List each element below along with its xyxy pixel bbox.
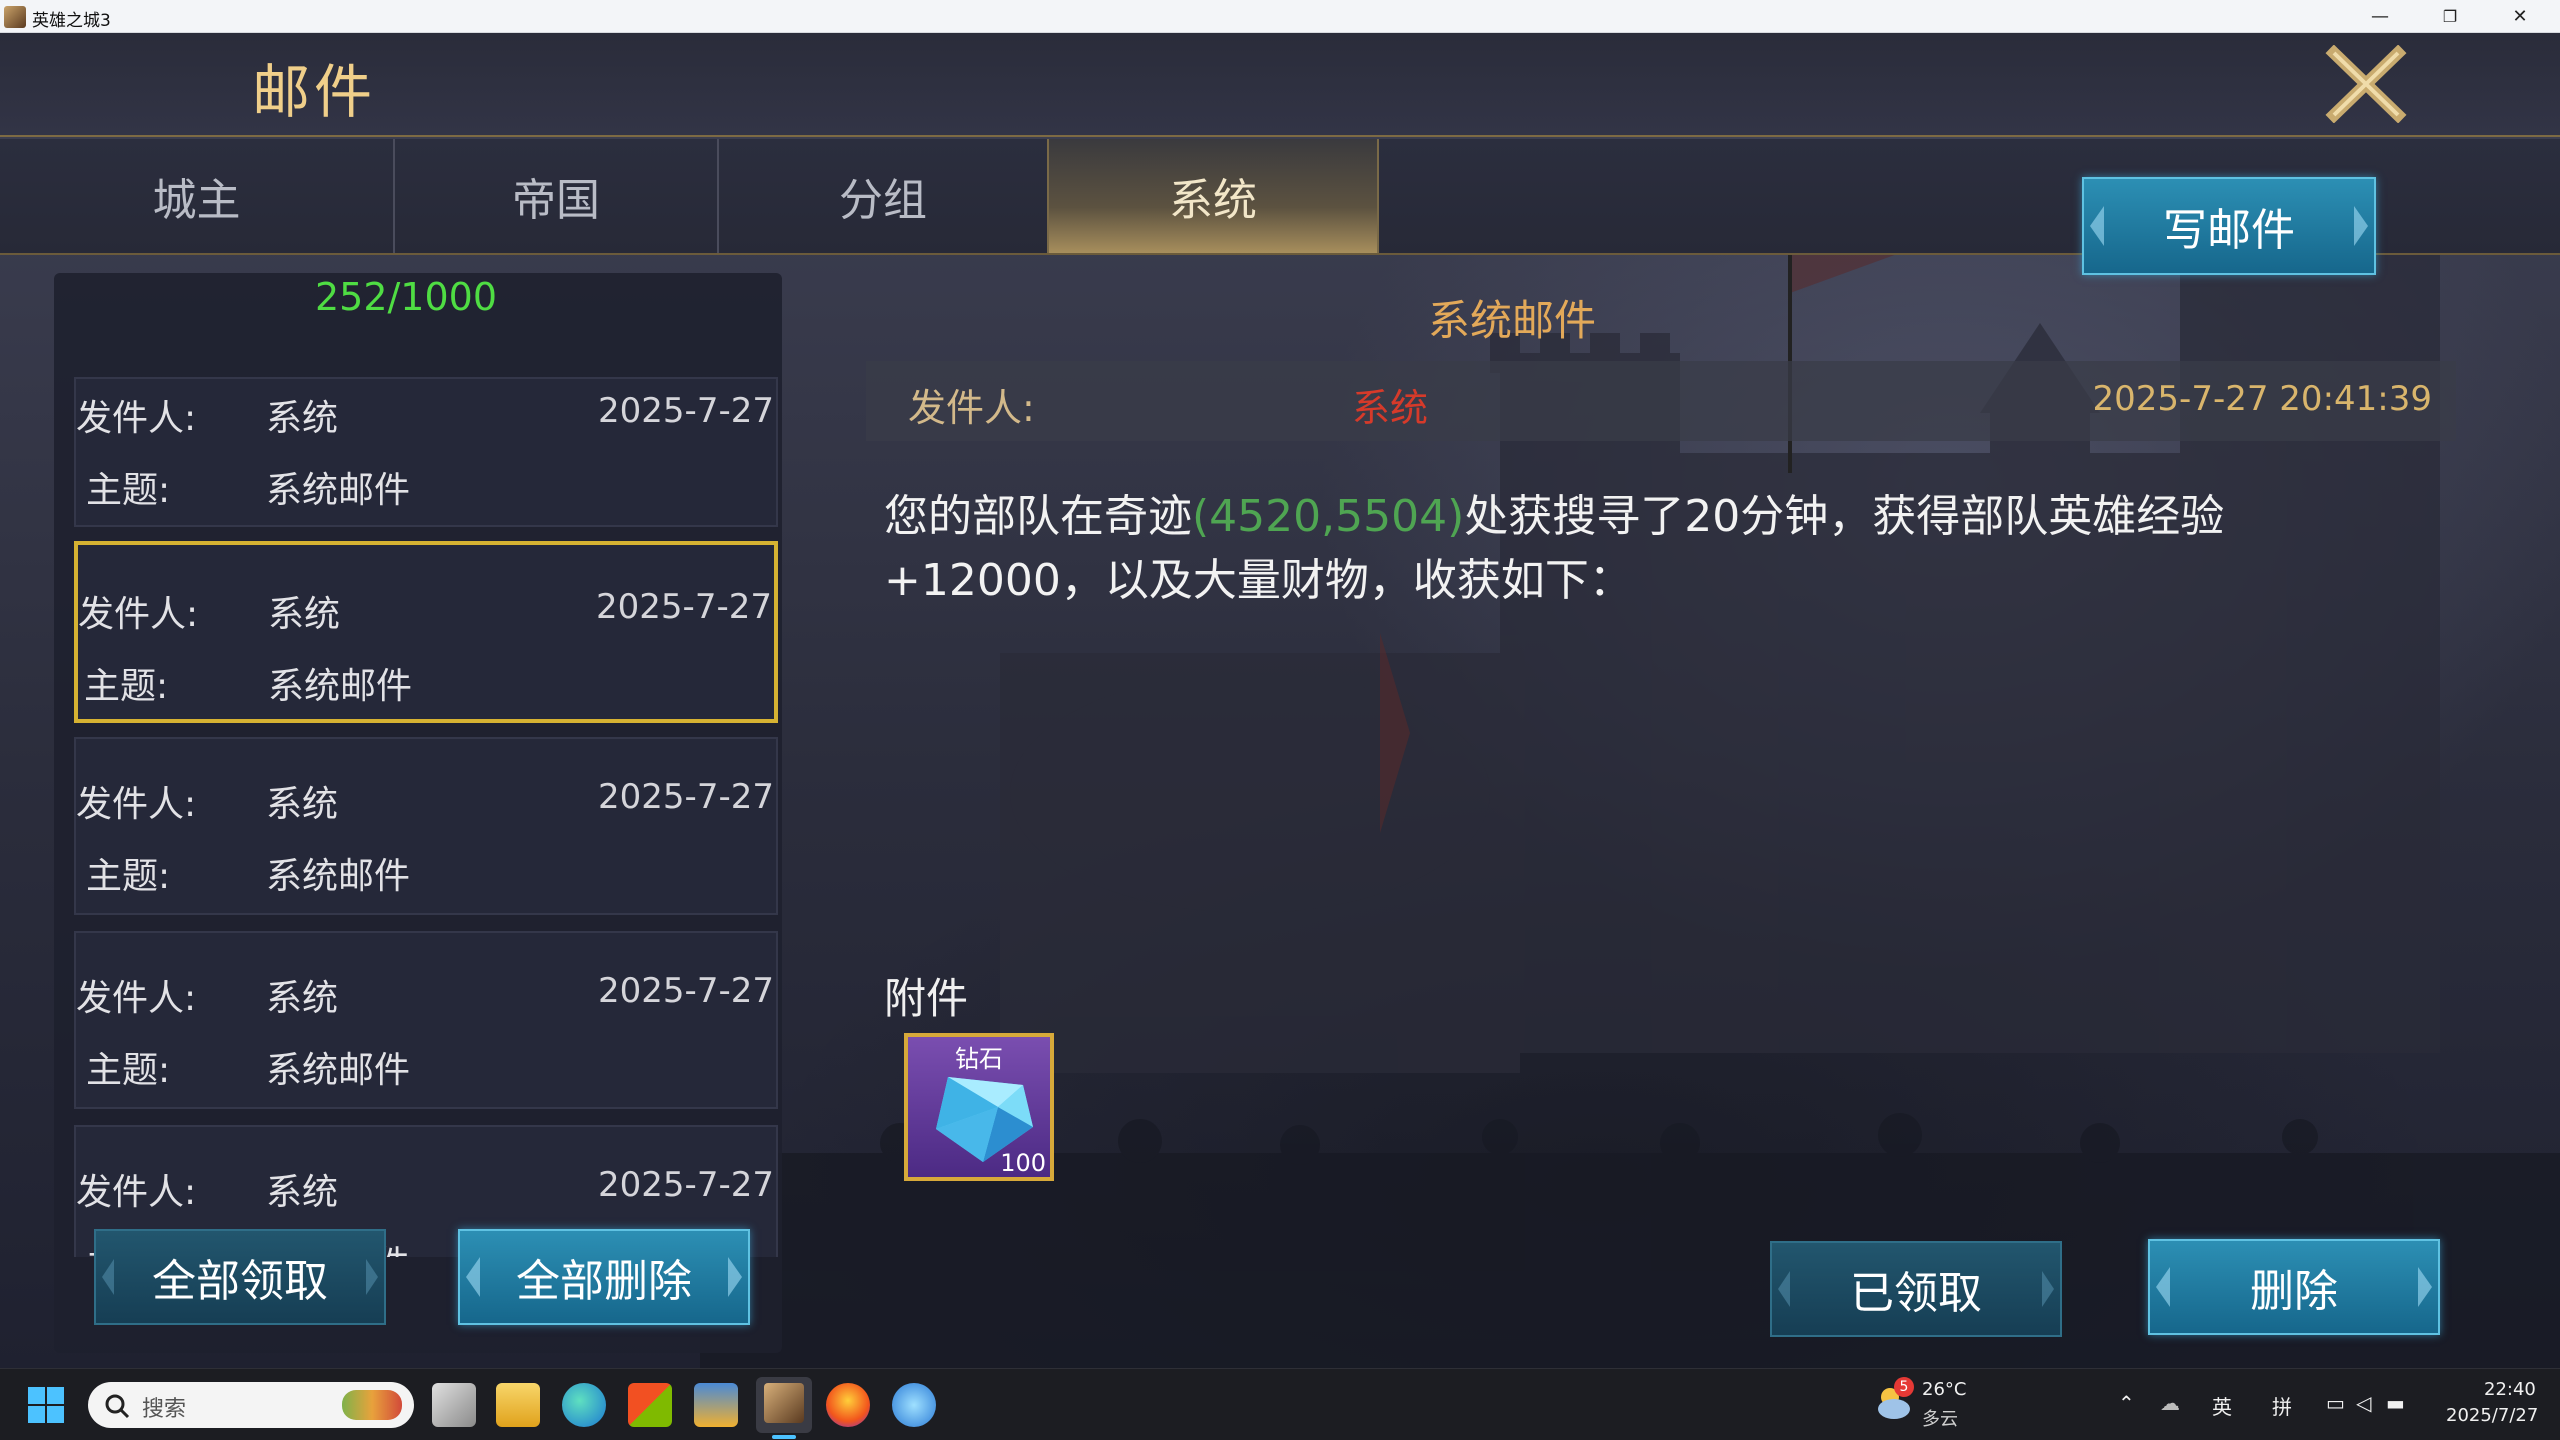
mail-list-item[interactable]: 发件人: 系统 2025-7-27 主题: 系统邮件 — [74, 931, 778, 1109]
edge-browser-icon[interactable] — [562, 1383, 606, 1427]
game-viewport: 邮件 城主 帝国 分组 系统 写邮件 252/1000 发件人: 系统 2025… — [0, 33, 2560, 1368]
weather-badge: 5 — [1894, 1377, 1914, 1397]
tab-group[interactable]: 分组 — [719, 139, 1047, 253]
taskbar-search[interactable]: 搜索 — [88, 1382, 414, 1428]
subject-label: 主题: — [86, 1050, 171, 1091]
location-coordinates[interactable]: (4520,5504) — [1192, 491, 1464, 542]
claimed-button[interactable]: 已领取 — [1770, 1241, 2062, 1337]
attachment-item[interactable]: 钻石 100 — [904, 1033, 1054, 1181]
subject-label: 主题: — [84, 666, 169, 707]
detail-datetime: 2025-7-27 20:41:39 — [2092, 379, 2432, 419]
attachment-name: 钻石 — [955, 1045, 1003, 1073]
mail-list[interactable]: 发件人: 系统 2025-7-27 主题: 系统邮件 发件人: 系统 2025-… — [74, 377, 778, 1257]
mail-subject: 系统邮件 — [268, 666, 413, 707]
search-icon — [105, 1394, 130, 1419]
attachment-count: 100 — [1000, 1149, 1046, 1177]
mail-date: 2025-7-27 — [598, 391, 774, 431]
page-title: 邮件 — [252, 58, 377, 126]
subject-label: 主题: — [86, 856, 171, 897]
sender-label: 发件人: — [76, 978, 197, 1019]
windows-start-icon[interactable] — [28, 1387, 64, 1423]
close-x-icon[interactable] — [2320, 45, 2412, 123]
mail-header: 邮件 — [0, 33, 2560, 137]
mail-body-before: 您的部队在奇迹 — [884, 491, 1192, 542]
network-icon[interactable]: ▭ — [2326, 1391, 2345, 1415]
restore-button[interactable]: ❐ — [2420, 0, 2480, 33]
tray-expand-icon[interactable]: ⌃ — [2118, 1391, 2135, 1415]
search-highlight-icon — [342, 1390, 402, 1420]
mail-date: 2025-7-27 — [596, 587, 772, 627]
ime-mode[interactable]: 拼 — [2272, 1391, 2292, 1420]
sender-label: 发件人: — [76, 398, 197, 439]
detail-title: 系统邮件 — [1427, 296, 1596, 345]
mail-tabs: 城主 帝国 分组 系统 写邮件 — [0, 139, 2560, 275]
mail-list-item[interactable]: 发件人: 系统 2025-7-27 主题: 系统邮件 — [74, 737, 778, 915]
file-explorer-icon[interactable] — [496, 1383, 540, 1427]
mail-sender: 系统 — [266, 784, 339, 825]
mail-sender: 系统 — [266, 1172, 339, 1213]
mail-subject: 系统邮件 — [266, 470, 411, 511]
mail-sender: 系统 — [268, 594, 341, 635]
attachment-label: 附件 — [884, 974, 969, 1023]
tab-empire[interactable]: 帝国 — [395, 139, 719, 253]
task-view-icon[interactable] — [432, 1383, 476, 1427]
mail-sender: 系统 — [266, 978, 339, 1019]
delete-button[interactable]: 删除 — [2148, 1239, 2440, 1335]
mail-subject: 系统邮件 — [266, 1050, 411, 1091]
subject-label: 主题: — [86, 470, 171, 511]
firefox-icon[interactable] — [826, 1383, 870, 1427]
battery-icon[interactable]: ▬ — [2386, 1391, 2405, 1415]
hero-city-app-icon[interactable] — [756, 1377, 812, 1439]
mail-body: 您的部队在奇迹(4520,5504)处获搜寻了20分钟，获得部队英雄经验+120… — [884, 485, 2444, 613]
app-globe-icon[interactable] — [892, 1383, 936, 1427]
claim-all-button[interactable]: 全部领取 — [94, 1229, 386, 1325]
mail-sender: 系统 — [266, 398, 339, 439]
weather-temp: 26°C — [1922, 1379, 1967, 1400]
sender-label: 发件人: — [78, 594, 199, 635]
clock-date[interactable]: 2025/7/27 — [2446, 1405, 2538, 1426]
mail-subject: 系统邮件 — [266, 856, 411, 897]
detail-sender-label: 发件人: — [908, 386, 1035, 430]
sender-label: 发件人: — [76, 784, 197, 825]
window-titlebar: 英雄之城3 — ❐ ✕ — [0, 0, 2560, 33]
weather-desc: 多云 — [1922, 1409, 1958, 1430]
mail-count: 252/1000 — [314, 275, 498, 319]
tab-city-lord[interactable]: 城主 — [0, 139, 395, 253]
ime-language[interactable]: 英 — [2212, 1391, 2232, 1420]
window-title: 英雄之城3 — [32, 11, 111, 31]
taskbar: 搜索 5 26°C 多云 ⌃ ☁ 英 拼 ▭ ◁ ▬ 22:40 2025/7/… — [0, 1368, 2560, 1440]
mail-date: 2025-7-27 — [598, 1165, 774, 1205]
mail-list-item-selected[interactable]: 发件人: 系统 2025-7-27 主题: 系统邮件 — [74, 541, 778, 723]
search-placeholder: 搜索 — [142, 1397, 187, 1422]
clock-time[interactable]: 22:40 — [2484, 1379, 2536, 1400]
volume-icon[interactable]: ◁ — [2356, 1391, 2371, 1415]
detail-sender-name: 系统 — [1352, 386, 1429, 430]
minimize-button[interactable]: — — [2350, 0, 2410, 33]
app-icon — [4, 6, 26, 28]
sender-label: 发件人: — [76, 1172, 197, 1213]
close-window-button[interactable]: ✕ — [2490, 0, 2550, 33]
microsoft-store-icon[interactable] — [628, 1383, 672, 1427]
detail-sender-row: 发件人: 系统 2025-7-27 20:41:39 — [866, 361, 2456, 441]
delete-all-button[interactable]: 全部删除 — [458, 1229, 750, 1325]
tab-system[interactable]: 系统 — [1047, 139, 1379, 253]
compose-mail-button[interactable]: 写邮件 — [2082, 177, 2376, 275]
mail-date: 2025-7-27 — [598, 971, 774, 1011]
game-launcher-icon[interactable] — [694, 1383, 738, 1427]
mail-date: 2025-7-27 — [598, 777, 774, 817]
mail-list-item[interactable]: 发件人: 系统 2025-7-27 主题: 系统邮件 — [74, 377, 778, 527]
onedrive-icon[interactable]: ☁ — [2160, 1391, 2180, 1415]
